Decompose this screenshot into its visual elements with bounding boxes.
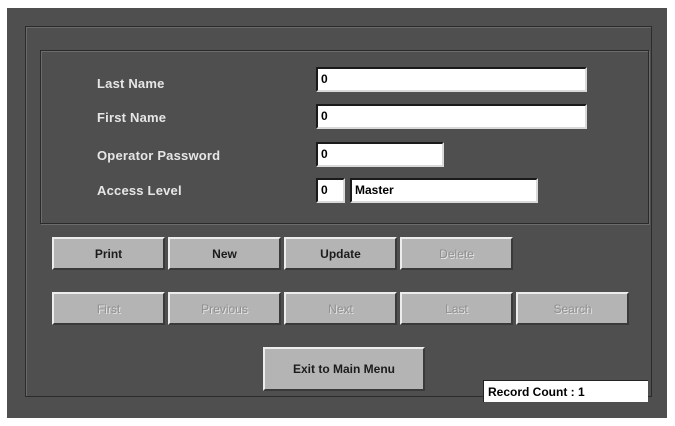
access-level-name-field[interactable]: Master (350, 178, 538, 203)
last-name-field[interactable]: 0 (316, 67, 587, 92)
first-name-field[interactable]: 0 (316, 104, 587, 129)
last-name-label: Last Name (97, 76, 165, 91)
next-button[interactable]: Next (284, 292, 397, 325)
delete-button-label: Delete (439, 246, 474, 261)
exit-button-label: Exit to Main Menu (293, 362, 395, 376)
update-button[interactable]: Update (284, 237, 397, 270)
next-button-label: Next (328, 301, 353, 316)
last-button-label: Last (445, 301, 468, 316)
first-button-label: First (96, 301, 121, 316)
previous-button[interactable]: Previous (168, 292, 281, 325)
operator-password-label: Operator Password (97, 148, 221, 163)
first-name-label: First Name (97, 110, 167, 125)
new-button[interactable]: New (168, 237, 281, 270)
record-count-status: Record Count : 1 (483, 380, 648, 402)
access-level-code-field[interactable]: 0 (316, 178, 345, 203)
exit-to-main-menu-button[interactable]: Exit to Main Menu (263, 347, 425, 391)
update-button-label: Update (320, 246, 361, 261)
search-button-label: Search (553, 301, 592, 316)
operator-form-window: Last Name First Name Operator Password A… (7, 8, 667, 418)
print-button-label: Print (94, 246, 123, 261)
first-button[interactable]: First (52, 292, 165, 325)
last-button[interactable]: Last (400, 292, 513, 325)
delete-button[interactable]: Delete (400, 237, 513, 270)
access-level-label: Access Level (97, 183, 182, 198)
operator-password-field[interactable]: 0 (316, 142, 444, 167)
search-button[interactable]: Search (516, 292, 629, 325)
print-button[interactable]: Print (52, 237, 165, 270)
new-button-label: New (212, 246, 237, 261)
previous-button-label: Previous (201, 301, 248, 316)
